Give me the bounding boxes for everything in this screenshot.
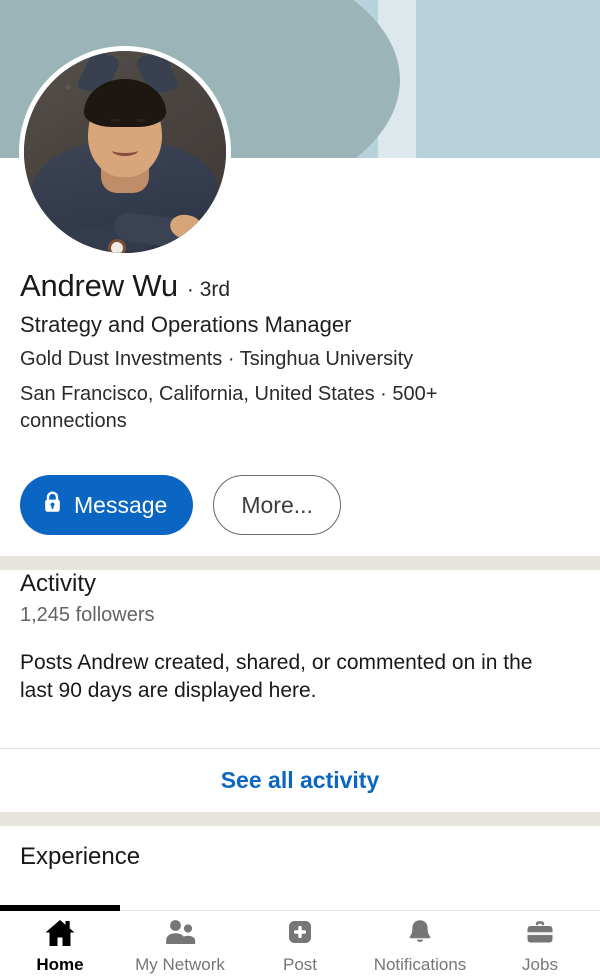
profile-actions: Message More... — [20, 475, 341, 535]
active-tab-indicator — [0, 905, 120, 911]
see-all-activity-label: See all activity — [220, 767, 380, 793]
nav-item-home[interactable]: Home — [0, 911, 120, 980]
more-button[interactable]: More... — [213, 475, 341, 535]
nav-label-my-network: My Network — [135, 955, 225, 974]
nav-label-home: Home — [36, 955, 84, 974]
nav-item-my-network[interactable]: My Network — [120, 911, 240, 980]
experience-section: Experience — [20, 843, 140, 871]
avatar-crossed-arms — [50, 205, 205, 253]
nav-label-notifications: Notifications — [373, 955, 467, 974]
briefcase-icon — [524, 918, 556, 953]
nav-item-post[interactable]: Post — [240, 911, 360, 980]
avatar-image — [24, 51, 226, 253]
location-text: San Francisco, California, United States… — [20, 382, 387, 405]
home-icon — [44, 918, 76, 953]
nav-item-notifications[interactable]: Notifications — [360, 911, 480, 980]
people-icon — [164, 918, 196, 953]
linkedin-profile-screen: Andrew Wu · 3rd Strategy and Operations … — [0, 0, 600, 980]
profile-location: San Francisco, California, United States… — [20, 381, 460, 435]
section-separator-experience — [0, 812, 600, 826]
profile-identity: Andrew Wu · 3rd Strategy and Operations … — [0, 268, 600, 435]
nav-label-post: Post — [282, 955, 318, 974]
avatar-eye-right — [137, 119, 146, 122]
profile-headline: Strategy and Operations Manager — [20, 312, 352, 337]
activity-section: Activity 1,245 followers Posts Andrew cr… — [0, 570, 600, 705]
more-button-label: More... — [241, 491, 313, 518]
avatar[interactable] — [19, 46, 231, 258]
avatar-smile — [112, 145, 138, 156]
page-title: Andrew Wu — [20, 268, 178, 303]
profile-affiliation: Gold Dust Investments · Tsinghua Univers… — [20, 347, 414, 370]
experience-title: Experience — [20, 843, 141, 870]
activity-description: Posts Andrew created, shared, or comment… — [20, 651, 533, 702]
lock-icon — [42, 490, 63, 520]
bottom-navigation-bar: Home My Network Post Notifications Jobs — [0, 905, 600, 980]
message-button-label: Message — [74, 491, 168, 518]
activity-title: Activity — [20, 570, 97, 597]
name-row: Andrew Wu · 3rd — [20, 268, 580, 304]
nav-item-jobs[interactable]: Jobs — [480, 911, 600, 980]
avatar-eye-left — [111, 119, 120, 122]
message-button[interactable]: Message — [20, 475, 194, 535]
plus-square-icon — [284, 918, 316, 953]
followers-count: 1,245 followers — [20, 604, 155, 626]
see-all-activity-link[interactable]: See all activity — [0, 749, 600, 812]
connection-degree-badge: · 3rd — [186, 278, 231, 301]
nav-label-jobs: Jobs — [522, 955, 558, 974]
section-separator-activity — [0, 556, 600, 570]
bell-icon — [404, 918, 436, 953]
